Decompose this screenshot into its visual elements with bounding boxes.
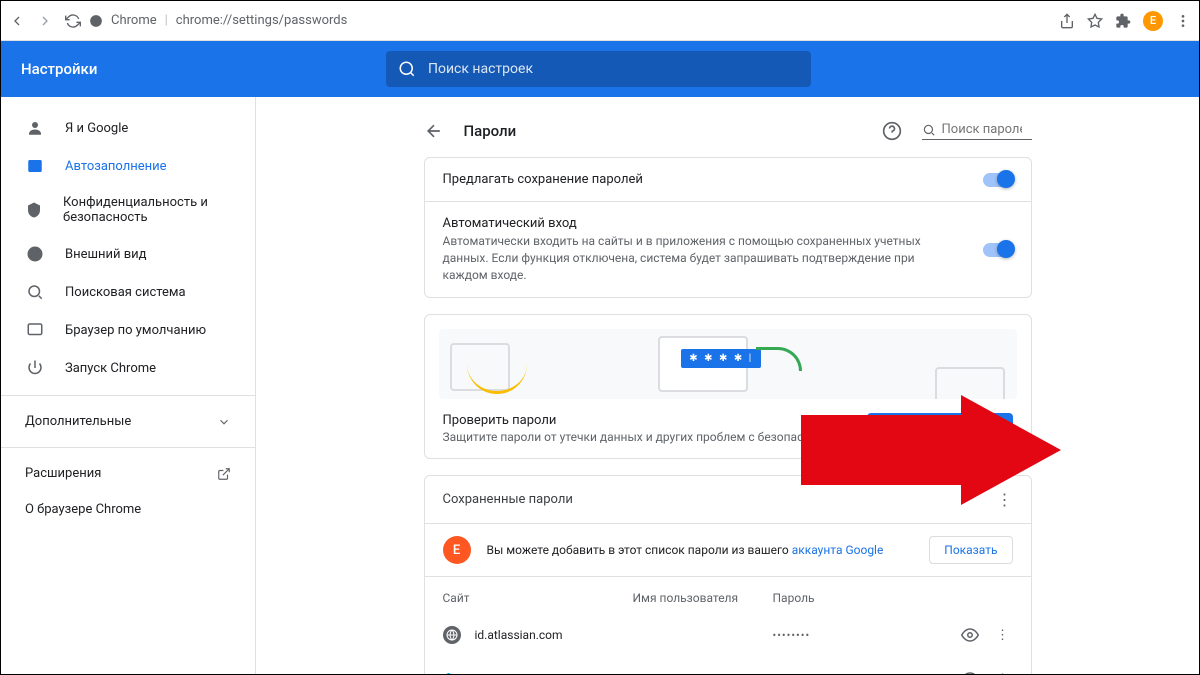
- row-more-button[interactable]: ⋮: [993, 672, 1013, 674]
- check-passwords-card: ✱ ✱ ✱ ✱ | Проверить пароли Защитите паро…: [424, 314, 1032, 459]
- share-icon[interactable]: [1059, 13, 1075, 29]
- profile-avatar[interactable]: E: [1143, 11, 1163, 31]
- sidebar-advanced[interactable]: Дополнительные: [1, 404, 255, 439]
- person-icon: [25, 119, 45, 137]
- sidebar-label: Я и Google: [65, 121, 128, 136]
- autofill-icon: [25, 157, 45, 175]
- forward-button[interactable]: [37, 13, 53, 29]
- settings-title: Настройки: [1, 60, 386, 78]
- divider: [1, 395, 255, 396]
- back-button[interactable]: [9, 13, 25, 29]
- sidebar-label: Автозаполнение: [65, 159, 167, 174]
- settings-search-input[interactable]: [428, 61, 799, 77]
- password-search[interactable]: [922, 122, 1032, 140]
- check-passwords-button[interactable]: Проверить пароли: [867, 413, 1013, 444]
- sidebar-item-startup[interactable]: Запуск Chrome: [1, 349, 255, 387]
- sidebar: Я и Google Автозаполнение Конфиденциальн…: [1, 97, 255, 674]
- offer-save-toggle[interactable]: [983, 173, 1013, 187]
- masked-password: ••••••••: [773, 629, 961, 642]
- extensions-icon[interactable]: [1115, 13, 1131, 29]
- sidebar-item-search[interactable]: Поисковая система: [1, 273, 255, 311]
- star-icon[interactable]: [1087, 13, 1103, 29]
- help-icon[interactable]: [882, 121, 902, 141]
- reload-button[interactable]: [65, 13, 81, 29]
- site-name: avito.ru: [475, 672, 633, 674]
- sidebar-label: Внешний вид: [65, 247, 147, 262]
- google-account-link[interactable]: аккаунта Google: [792, 543, 884, 557]
- check-title: Проверить пароли: [443, 413, 846, 428]
- reveal-password-button[interactable]: [961, 626, 993, 644]
- sidebar-item-privacy[interactable]: Конфиденциальность и безопасность: [1, 185, 255, 235]
- url-scheme-label: Chrome: [111, 13, 157, 28]
- menu-icon[interactable]: [1175, 13, 1191, 29]
- site-name: id.atlassian.com: [475, 628, 633, 642]
- password-search-input[interactable]: [942, 122, 1022, 137]
- show-button[interactable]: Показать: [929, 536, 1012, 564]
- table-header: Сайт Имя пользователя Пароль: [425, 576, 1031, 613]
- search-icon: [922, 123, 936, 137]
- sidebar-label: Поисковая система: [65, 285, 186, 300]
- saved-more-button[interactable]: ⋮: [997, 490, 1013, 509]
- settings-search[interactable]: [386, 51, 811, 87]
- url-path: chrome://settings/passwords: [176, 13, 348, 28]
- chevron-down-icon: [217, 415, 231, 429]
- search-icon: [25, 283, 45, 301]
- import-suggestion-row: E Вы можете добавить в этот список парол…: [425, 523, 1031, 576]
- check-desc: Защитите пароли от утечки данных и други…: [443, 430, 846, 444]
- reveal-password-button[interactable]: [961, 670, 993, 674]
- auto-signin-row[interactable]: Автоматический вход Автоматически входит…: [425, 201, 1031, 297]
- shield-icon: [25, 201, 43, 219]
- search-icon: [398, 60, 416, 78]
- illustration: ✱ ✱ ✱ ✱ |: [439, 329, 1017, 399]
- divider: [1, 447, 255, 448]
- chrome-icon: [89, 14, 103, 28]
- sidebar-item-appearance[interactable]: Внешний вид: [1, 235, 255, 273]
- sidebar-about[interactable]: О браузере Chrome: [1, 491, 255, 527]
- row-more-button[interactable]: ⋮: [993, 628, 1013, 643]
- sidebar-item-default-browser[interactable]: Браузер по умолчанию: [1, 311, 255, 349]
- external-link-icon: [217, 467, 231, 481]
- auto-signin-toggle[interactable]: [983, 243, 1013, 257]
- sidebar-item-you-and-google[interactable]: Я и Google: [1, 109, 255, 147]
- saved-passwords-card: Сохраненные пароли ⋮ E Вы можете добавит…: [424, 475, 1032, 674]
- password-row[interactable]: id.atlassian.com •••••••• ⋮: [425, 613, 1031, 657]
- settings-card: Предлагать сохранение паролей Автоматиче…: [424, 157, 1032, 298]
- sidebar-item-autofill[interactable]: Автозаполнение: [1, 147, 255, 185]
- masked-password: ••••••••: [773, 673, 961, 674]
- sidebar-label: Конфиденциальность и безопасность: [63, 195, 231, 225]
- sidebar-label: Браузер по умолчанию: [65, 323, 206, 338]
- palette-icon: [25, 245, 45, 263]
- account-avatar: E: [443, 536, 471, 564]
- browser-toolbar: Chrome | chrome://settings/passwords E: [1, 1, 1199, 41]
- page-title: Пароли: [464, 122, 517, 140]
- page-header: Пароли: [424, 113, 1032, 157]
- back-arrow-icon[interactable]: [424, 121, 444, 141]
- password-row[interactable]: avito.ru •••••••• ⋮: [425, 657, 1031, 674]
- saved-title: Сохраненные пароли: [443, 492, 573, 507]
- main-content: Пароли Предлагать сохранение паролей Авт…: [255, 97, 1199, 674]
- power-icon: [25, 359, 45, 377]
- browser-icon: [25, 321, 45, 339]
- settings-header: Настройки: [1, 41, 1199, 97]
- sidebar-label: Запуск Chrome: [65, 361, 156, 376]
- sidebar-extensions[interactable]: Расширения: [1, 456, 255, 491]
- address-bar[interactable]: Chrome | chrome://settings/passwords: [89, 13, 1051, 28]
- offer-save-row[interactable]: Предлагать сохранение паролей: [425, 158, 1031, 201]
